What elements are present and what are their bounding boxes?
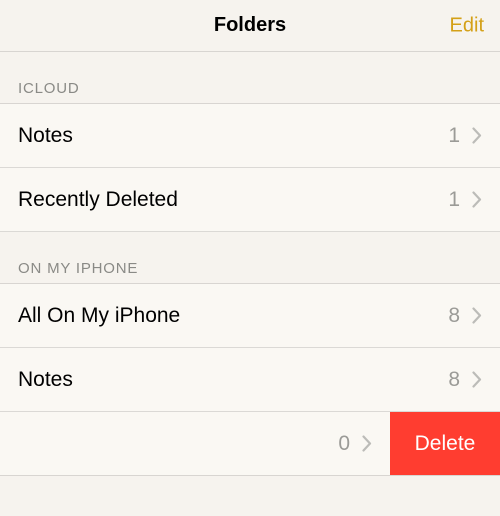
chevron-right-icon bbox=[472, 191, 482, 208]
folder-label: Notes bbox=[18, 368, 448, 392]
page-title: Folders bbox=[214, 14, 286, 37]
folder-count: 0 bbox=[338, 432, 350, 456]
folder-label: Recently Deleted bbox=[18, 188, 448, 212]
folder-count: 1 bbox=[448, 188, 460, 212]
chevron-right-icon bbox=[472, 127, 482, 144]
folder-label: Notes bbox=[18, 124, 448, 148]
folder-count: 1 bbox=[448, 124, 460, 148]
folder-count: 8 bbox=[448, 368, 460, 392]
navigation-bar: Folders Edit bbox=[0, 0, 500, 52]
background-filler bbox=[0, 476, 500, 516]
edit-button[interactable]: Edit bbox=[450, 14, 484, 37]
section-header-on-my-iphone: ON MY IPHONE bbox=[0, 232, 500, 284]
section-header-icloud: ICLOUD bbox=[0, 52, 500, 104]
folder-row-swiped[interactable]: 0 Delete bbox=[0, 412, 500, 476]
chevron-right-icon bbox=[472, 307, 482, 324]
folder-row-all-on-my-iphone[interactable]: All On My iPhone 8 bbox=[0, 284, 500, 348]
folder-row-recently-deleted[interactable]: Recently Deleted 1 bbox=[0, 168, 500, 232]
chevron-right-icon bbox=[362, 435, 372, 452]
delete-button[interactable]: Delete bbox=[390, 412, 500, 475]
folder-row-notes[interactable]: Notes 1 bbox=[0, 104, 500, 168]
folder-label: All On My iPhone bbox=[18, 304, 448, 328]
folder-count: 8 bbox=[448, 304, 460, 328]
folder-row-notes-local[interactable]: Notes 8 bbox=[0, 348, 500, 412]
chevron-right-icon bbox=[472, 371, 482, 388]
swiped-row-content[interactable]: 0 bbox=[0, 412, 390, 475]
